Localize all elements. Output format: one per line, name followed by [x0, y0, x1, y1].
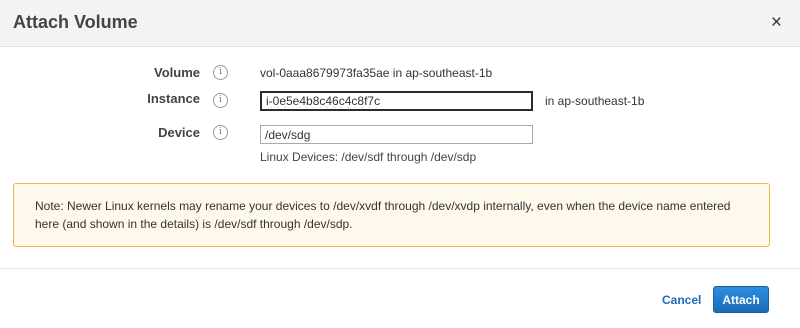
instance-info-icon[interactable]: i: [213, 93, 228, 108]
close-icon[interactable]: ×: [771, 13, 782, 33]
instance-label: Instance: [147, 91, 200, 106]
device-info-icon[interactable]: i: [213, 125, 228, 140]
device-hint: Linux Devices: /dev/sdf through /dev/sdp: [260, 150, 477, 164]
attach-volume-dialog: Attach Volume × Volume i vol-0aaa8679973…: [0, 0, 800, 328]
kernel-note: Note: Newer Linux kernels may rename you…: [13, 183, 770, 247]
dialog-title: Attach Volume: [13, 12, 138, 32]
kernel-note-text: Note: Newer Linux kernels may rename you…: [35, 199, 731, 231]
attach-button[interactable]: Attach: [713, 286, 769, 313]
volume-label: Volume: [154, 65, 200, 80]
volume-value: vol-0aaa8679973fa35ae in ap-southeast-1b: [260, 66, 493, 80]
dialog-header: Attach Volume ×: [0, 0, 800, 47]
footer-divider: [0, 268, 800, 269]
volume-info-icon[interactable]: i: [213, 65, 228, 80]
instance-input[interactable]: [260, 91, 533, 111]
device-label: Device: [158, 125, 200, 140]
device-input[interactable]: [260, 125, 533, 144]
cancel-button[interactable]: Cancel: [662, 293, 701, 307]
instance-region-label: in ap-southeast-1b: [545, 94, 645, 108]
